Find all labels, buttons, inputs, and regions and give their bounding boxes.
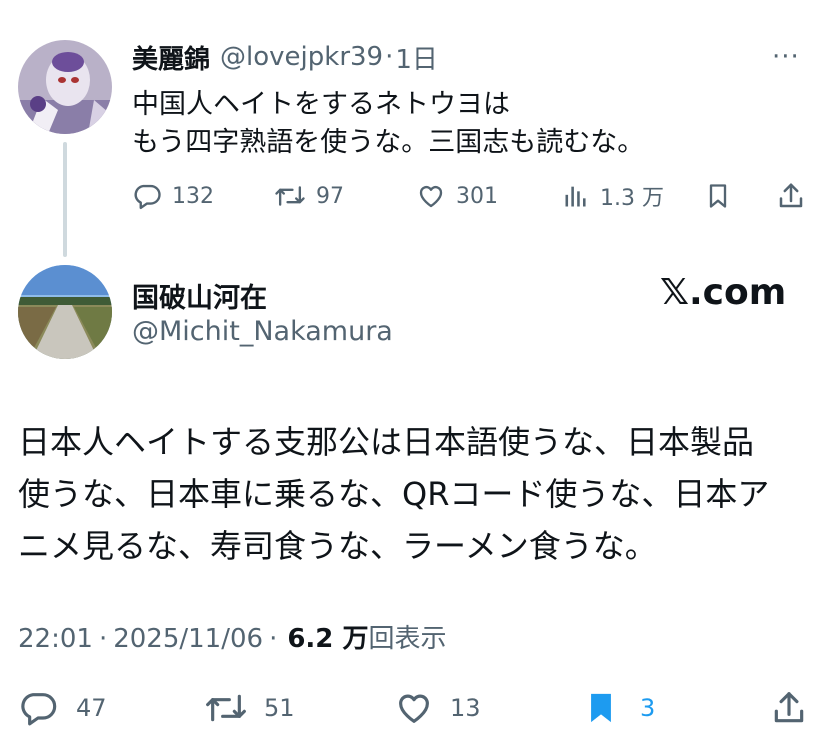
bookmark-filled-icon xyxy=(591,693,611,723)
parent-text-line: もう四字熟語を使うな。三国志も読むな。 xyxy=(132,127,645,158)
meta-separator: · xyxy=(98,624,108,654)
retweet-count: 97 xyxy=(316,183,344,209)
tweet-meta: 22:01 · 2025/11/06 · 6.2 万 回表示 xyxy=(18,618,446,655)
parent-text-line: 中国人ヘイトをするネトウヨは xyxy=(132,89,510,120)
parent-tweet-text: 中国人ヘイトをするネトウヨは もう四字熟語を使うな。三国志も読むな。 xyxy=(132,86,644,162)
parent-display-name[interactable]: 美麗錦 xyxy=(132,39,210,76)
parent-avatar[interactable] xyxy=(18,40,112,134)
views-bar-chart-icon xyxy=(565,186,586,207)
parent-timestamp[interactable]: 1日 xyxy=(395,39,438,76)
post-date[interactable]: 2025/11/06 xyxy=(113,624,263,654)
reply-count: 47 xyxy=(76,694,107,722)
like-count: 301 xyxy=(456,183,498,209)
retweet-button[interactable]: 97 xyxy=(274,176,344,216)
parent-handle[interactable]: @lovejpkr39 xyxy=(220,42,383,72)
main-tweet-text: 日本人ヘイトする支那公は日本語使うな、日本製品 使うな、日本車に乗るな、QRコー… xyxy=(18,416,818,572)
main-handle[interactable]: @Michit_Nakamura xyxy=(132,316,393,347)
reply-button[interactable]: 47 xyxy=(18,684,107,732)
share-icon xyxy=(774,692,804,723)
reply-icon xyxy=(134,184,161,210)
main-text-line: ニメ見るな、寿司食うな、ラーメン食うな。 xyxy=(18,527,657,565)
reply-count: 132 xyxy=(172,183,214,209)
views-label: 回表示 xyxy=(368,624,447,654)
parent-action-bar: 132 97 301 1.3 万 xyxy=(132,176,812,216)
reply-button[interactable]: 132 xyxy=(132,176,214,216)
like-button[interactable]: 301 xyxy=(416,176,498,216)
like-count: 13 xyxy=(450,694,481,722)
views-count: 1.3 万 xyxy=(600,186,664,211)
like-button[interactable]: 13 xyxy=(394,684,481,732)
bookmark-button[interactable]: 3 xyxy=(584,684,655,732)
anime-character-avatar-image xyxy=(18,40,112,134)
reply-icon xyxy=(21,693,57,726)
main-display-name[interactable]: 国破山河在 xyxy=(132,276,267,315)
views-total: 6.2 万 xyxy=(287,624,369,654)
bookmark-icon xyxy=(709,184,727,208)
main-action-bar: 47 51 13 3 xyxy=(18,684,818,732)
meta-dot: · xyxy=(269,624,278,654)
x-com-brand: 𝕏.com xyxy=(660,272,787,313)
retweet-icon xyxy=(275,186,305,206)
share-button[interactable] xyxy=(776,176,806,216)
header-separator: · xyxy=(385,42,394,72)
thread-connector-line xyxy=(63,142,67,257)
bookmark-count: 3 xyxy=(640,694,656,722)
retweet-count: 51 xyxy=(264,694,295,722)
share-icon xyxy=(779,183,803,208)
parent-tweet-header: 美麗錦 @lovejpkr39 · 1日 xyxy=(132,39,438,76)
bookmark-button[interactable] xyxy=(704,176,732,216)
retweet-button[interactable]: 51 xyxy=(204,684,295,732)
heart-icon xyxy=(419,185,443,208)
views-button[interactable]: 1.3 万 xyxy=(562,176,664,216)
main-avatar[interactable] xyxy=(18,265,112,359)
main-text-line: 日本人ヘイトする支那公は日本語使うな、日本製品 xyxy=(18,423,755,461)
retweet-icon xyxy=(206,694,246,722)
share-button[interactable] xyxy=(770,684,808,732)
heart-icon xyxy=(399,694,429,723)
more-options-icon[interactable]: ··· xyxy=(772,42,800,72)
post-time[interactable]: 22:01 xyxy=(18,624,93,654)
road-landscape-avatar-image xyxy=(18,265,112,359)
main-text-line: 使うな、日本車に乗るな、QRコード使うな、日本ア xyxy=(18,475,770,513)
